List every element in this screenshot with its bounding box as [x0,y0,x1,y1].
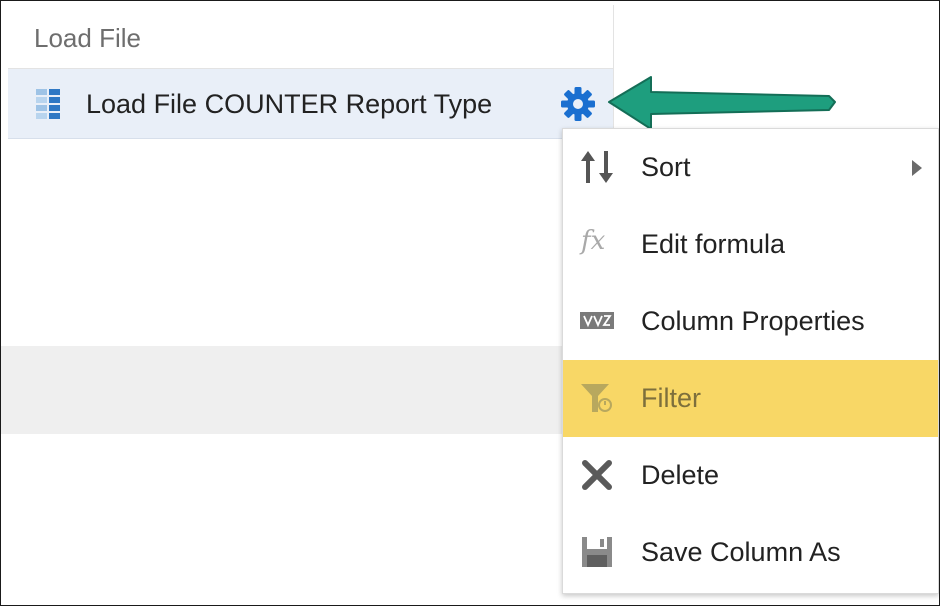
panel-header-label: Load File [34,23,141,53]
sort-icon [581,151,613,183]
panel-header: Load File [8,5,614,69]
menu-item-label: Save Column As [641,537,841,567]
delete-icon [582,460,612,490]
menu-item-sort[interactable]: Sort [563,129,938,206]
screenshot-frame: Load File Load File COUNTER Report Type [0,0,940,606]
menu-item-label: Delete [641,460,720,490]
menu-item-save-column-as[interactable]: Save Column As [563,514,938,591]
column-label: Load File COUNTER Report Type [86,89,493,119]
fx-icon: fx [581,226,606,256]
column-properties-icon [580,312,614,329]
column-context-menu: Sort fx Edit formula Column Properties F… [562,128,939,594]
menu-item-delete[interactable]: Delete [563,437,938,514]
column-row[interactable]: Load File COUNTER Report Type [8,69,614,139]
column-icon [36,89,60,119]
menu-item-column-properties[interactable]: Column Properties [563,283,938,360]
menu-item-filter[interactable]: Filter [563,360,938,437]
menu-item-edit-formula[interactable]: fx Edit formula [563,206,938,283]
save-icon [582,537,612,567]
menu-item-label: Filter [641,383,701,413]
submenu-arrow-icon [912,160,922,176]
arrow-icon [608,76,836,130]
menu-item-label: Sort [641,152,691,182]
gear-icon[interactable] [559,85,597,123]
filter-icon [581,384,612,412]
selected-columns-panel: Load File Load File COUNTER Report Type [8,5,614,139]
menu-item-label: Edit formula [641,229,786,259]
menu-item-label: Column Properties [641,306,865,336]
